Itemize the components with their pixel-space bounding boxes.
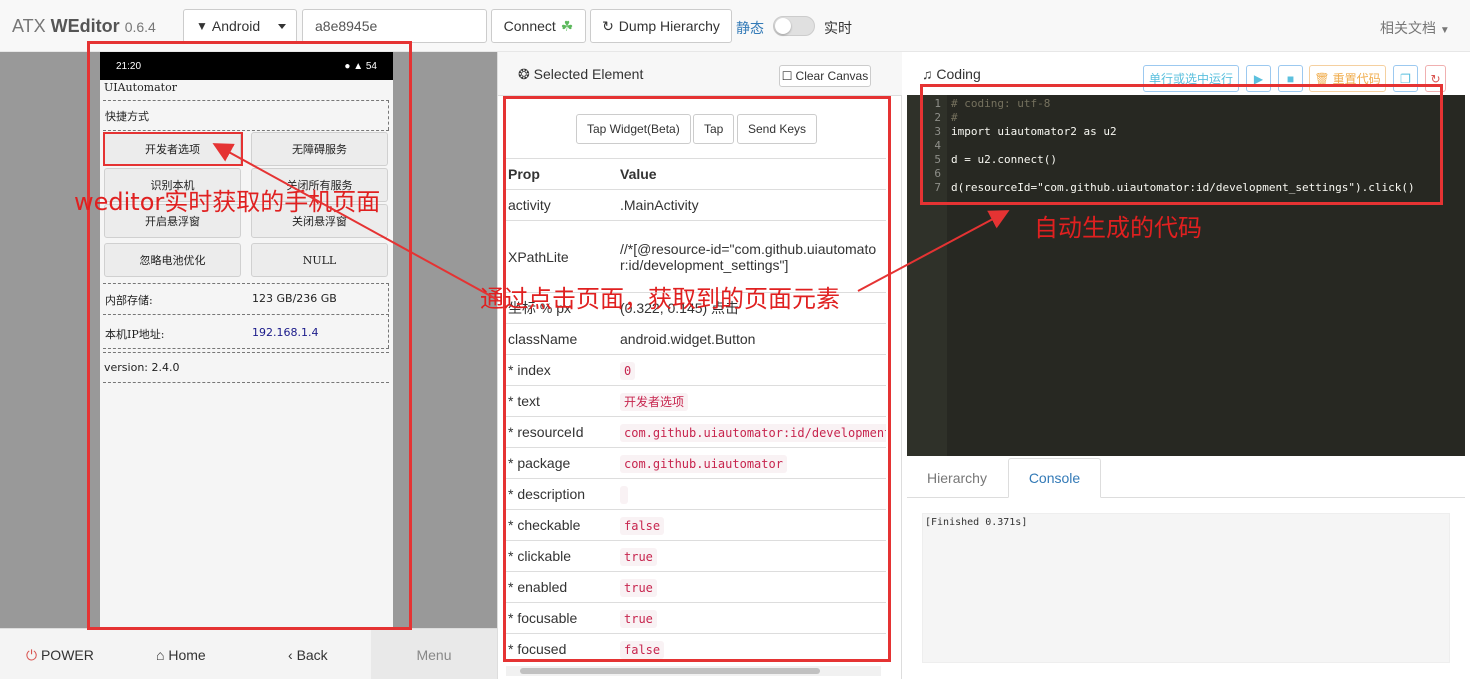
back-label: Back [296,647,328,663]
annotation-box-phone [87,41,412,630]
annotation-box-code [920,84,1443,205]
connect-label: Connect [503,18,556,34]
toggle-knob [775,18,791,34]
android-icon: ▼ [196,19,208,33]
brand-prefix: ATX [12,16,51,36]
docs-dropdown[interactable]: 相关文档 ▼ [1380,18,1450,38]
console-text: [Finished 0.371s] [925,517,1028,528]
tab-console[interactable]: Console [1008,458,1101,498]
caret-down-icon: ▼ [1439,25,1450,36]
device-control-bar: ⏻ POWER ⌂ Home ‹ Back Menu [0,628,497,679]
music-note-icon: ♫ [922,66,933,82]
platform-dropdown[interactable]: ▼ Android [183,9,297,43]
connect-button[interactable]: Connect ☘ [491,9,586,43]
horizontal-scrollbar[interactable] [506,666,881,676]
power-button[interactable]: ⏻ POWER [26,647,94,664]
serial-value: a8e8945e [315,18,378,34]
tab-console-label: Console [1028,470,1081,486]
annotation-element-text: 通过点击页面，获取到的页面元素 [480,285,840,313]
dump-label: Dump Hierarchy [618,18,720,34]
home-icon: ⌂ [156,647,165,663]
tab-hierarchy[interactable]: Hierarchy [907,458,1007,498]
crosshair-icon: ❂ [518,66,530,82]
app-version: 0.6.4 [124,19,156,35]
annotation-box-button [103,132,243,166]
selected-element-header: ❂ Selected Element ☐ Clear Canvas [498,52,903,96]
home-label: Home [168,647,206,663]
clear-canvas-button[interactable]: ☐ Clear Canvas [779,65,871,87]
live-mode-toggle[interactable] [773,16,815,36]
console-output: [Finished 0.371s] [922,513,1450,663]
power-label: POWER [40,647,94,663]
chevron-left-icon: ‹ [288,647,293,663]
back-button[interactable]: ‹ Back [288,647,328,663]
refresh-icon: ↻ [602,17,614,34]
platform-value: Android [211,18,261,34]
live-mode-label: 实时 [824,20,852,36]
bottom-tabs: Hierarchy Console [907,458,1465,498]
app-brand[interactable]: ATX WEditor 0.6.4 [12,16,156,37]
chevron-down-icon [278,24,286,29]
tab-hierarchy-label: Hierarchy [927,470,987,486]
docs-label: 相关文档 [1380,20,1436,36]
menu-label: Menu [416,646,452,663]
clear-canvas-label: Clear Canvas [795,69,869,83]
selected-element-title: ❂ Selected Element [518,66,643,83]
serial-input[interactable]: a8e8945e [302,9,487,43]
checkbox-icon: ☐ [781,69,793,83]
leaf-icon: ☘ [560,17,574,34]
brand-name: WEditor [50,16,120,36]
annotation-box-element [503,96,891,662]
annotation-code-text: 自动生成的代码 [1034,214,1202,242]
menu-button[interactable]: Menu [371,629,497,679]
static-mode-label: 静态 [736,20,764,36]
power-icon: ⏻ [26,647,38,663]
coding-title-text: Coding [936,66,981,82]
scrollbar-thumb[interactable] [520,668,820,674]
annotation-phone-text: weditor实时获取的手机页面 [74,188,381,216]
coding-title: ♫ Coding [922,66,981,82]
dump-hierarchy-button[interactable]: ↻ Dump Hierarchy [590,9,732,43]
home-button[interactable]: ⌂ Home [156,647,206,663]
selected-title-text: Selected Element [533,66,644,82]
